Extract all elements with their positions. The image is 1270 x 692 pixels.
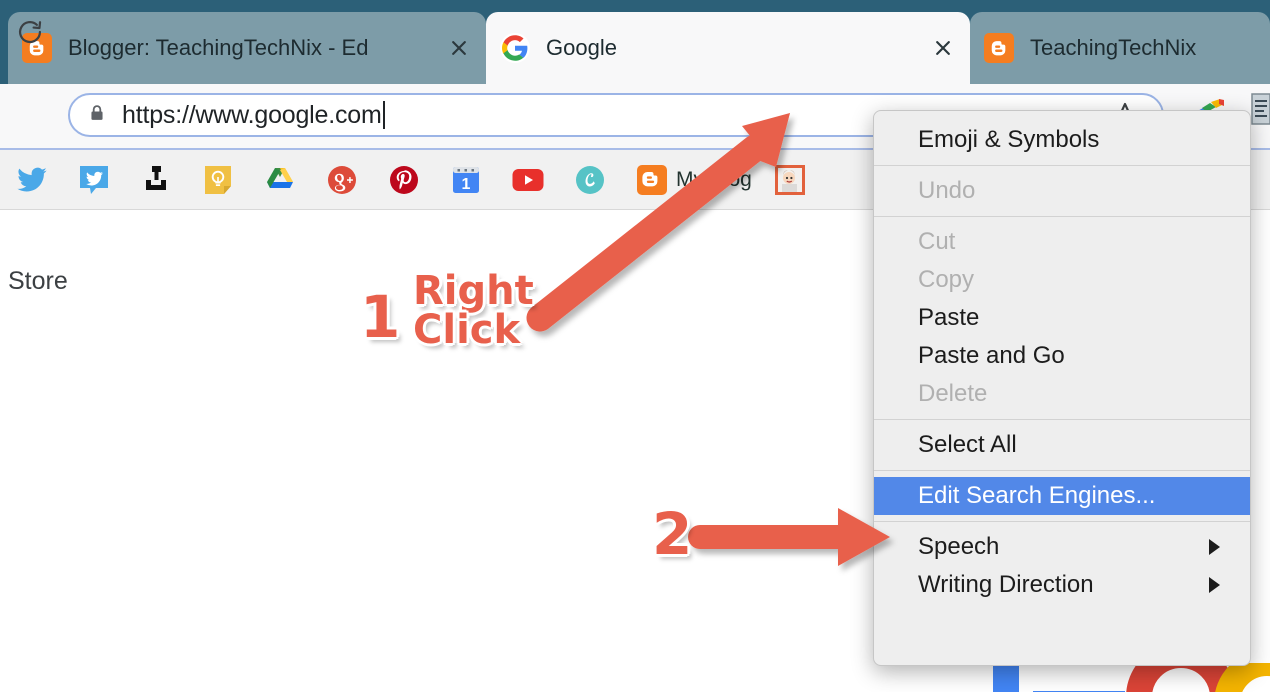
store-link[interactable]: Store: [8, 267, 68, 296]
menu-item-label: Emoji & Symbols: [918, 126, 1100, 153]
menu-item-label: Select All: [918, 431, 1017, 458]
menu-separator: [874, 165, 1250, 166]
bookmark-item[interactable]: [72, 159, 124, 201]
google-calendar-icon: 1: [450, 164, 482, 196]
menu-item-label: Paste and Go: [918, 342, 1065, 369]
menu-item-label: Delete: [918, 380, 988, 407]
twitter-square-icon: [78, 164, 110, 196]
menu-item-undo: Undo: [874, 172, 1250, 210]
tab-title: Blogger: TeachingTechNix - Ed: [68, 35, 369, 60]
pinterest-icon: [388, 164, 420, 196]
menu-item-label: Cut: [918, 228, 956, 255]
tab-title: TeachingTechNix: [1030, 35, 1197, 60]
menu-separator: [874, 419, 1250, 420]
bookmark-item[interactable]: [382, 159, 434, 201]
bookmark-item[interactable]: 1: [444, 159, 496, 201]
menu-item-edit-search-engines[interactable]: Edit Search Engines...: [874, 477, 1250, 515]
bookmark-item[interactable]: [320, 159, 372, 201]
menu-separator: [874, 521, 1250, 522]
tab-google[interactable]: Google: [486, 12, 970, 84]
tab-teachingtechnix[interactable]: TeachingTechNix: [970, 12, 1270, 84]
bookmark-item[interactable]: [196, 159, 248, 201]
lock-icon: [88, 104, 106, 126]
menu-item-label: Speech: [918, 533, 1000, 560]
address-bar-text: https://www.google.com: [122, 100, 382, 129]
twitter-bird-icon: [16, 164, 48, 196]
close-icon[interactable]: [446, 35, 472, 61]
menu-item-select-all[interactable]: Select All: [874, 426, 1250, 464]
bookmark-label: My Blog: [676, 167, 752, 191]
menu-item-cut: Cut: [874, 223, 1250, 261]
bookmark-item[interactable]: [506, 159, 558, 201]
tab-title: Google: [546, 35, 617, 60]
menu-item-label: Edit Search Engines...: [918, 482, 1156, 509]
menu-item-paste[interactable]: Paste: [874, 299, 1250, 337]
canva-icon: [574, 164, 606, 196]
chevron-right-icon: [1209, 539, 1220, 555]
chevron-right-icon: [1209, 577, 1220, 593]
menu-item-emoji-symbols[interactable]: Emoji & Symbols: [874, 121, 1250, 159]
menu-item-writing-direction[interactable]: Writing Direction: [874, 566, 1250, 604]
menu-item-delete: Delete: [874, 375, 1250, 413]
google-icon: [500, 33, 530, 63]
bookmark-item[interactable]: [568, 159, 620, 201]
text-caret: [382, 101, 385, 129]
google-drive-icon: [264, 164, 296, 196]
google-logo: [985, 663, 1270, 692]
reload-icon[interactable]: [8, 10, 52, 54]
menu-item-label: Paste: [918, 304, 980, 331]
svg-text:1: 1: [462, 176, 471, 193]
menu-item-paste-and-go[interactable]: Paste and Go: [874, 337, 1250, 375]
puzzle-icon[interactable]: [1250, 92, 1270, 126]
context-menu[interactable]: Emoji & Symbols Undo Cut Copy Paste Past…: [873, 110, 1251, 666]
bookmark-item[interactable]: [134, 159, 186, 201]
blogger-icon: [984, 33, 1014, 63]
bitmoji-icon: [774, 164, 806, 196]
menu-item-label: Writing Direction: [918, 571, 1094, 598]
menu-separator: [874, 470, 1250, 471]
tab-strip: Blogger: TeachingTechNix - Ed Google Tea…: [0, 0, 1270, 84]
bookmark-item[interactable]: [258, 159, 310, 201]
youtube-icon: [512, 164, 544, 196]
close-icon[interactable]: [930, 35, 956, 61]
menu-item-label: Copy: [918, 266, 975, 293]
anchor-black-icon: [140, 164, 172, 196]
google-keep-icon: [202, 164, 234, 196]
bookmark-item[interactable]: [768, 159, 820, 201]
google-plus-icon: [326, 164, 358, 196]
menu-item-copy: Copy: [874, 261, 1250, 299]
tab-blogger-edit[interactable]: Blogger: TeachingTechNix - Ed: [8, 12, 486, 84]
menu-item-speech[interactable]: Speech: [874, 528, 1250, 566]
menu-separator: [874, 216, 1250, 217]
blogger-icon: [636, 164, 668, 196]
menu-item-label: Undo: [918, 177, 976, 204]
browser-window: Blogger: TeachingTechNix - Ed Google Tea…: [0, 0, 1270, 692]
bookmark-item[interactable]: [10, 159, 62, 201]
bookmark-item-my-blog[interactable]: My Blog: [630, 159, 758, 201]
